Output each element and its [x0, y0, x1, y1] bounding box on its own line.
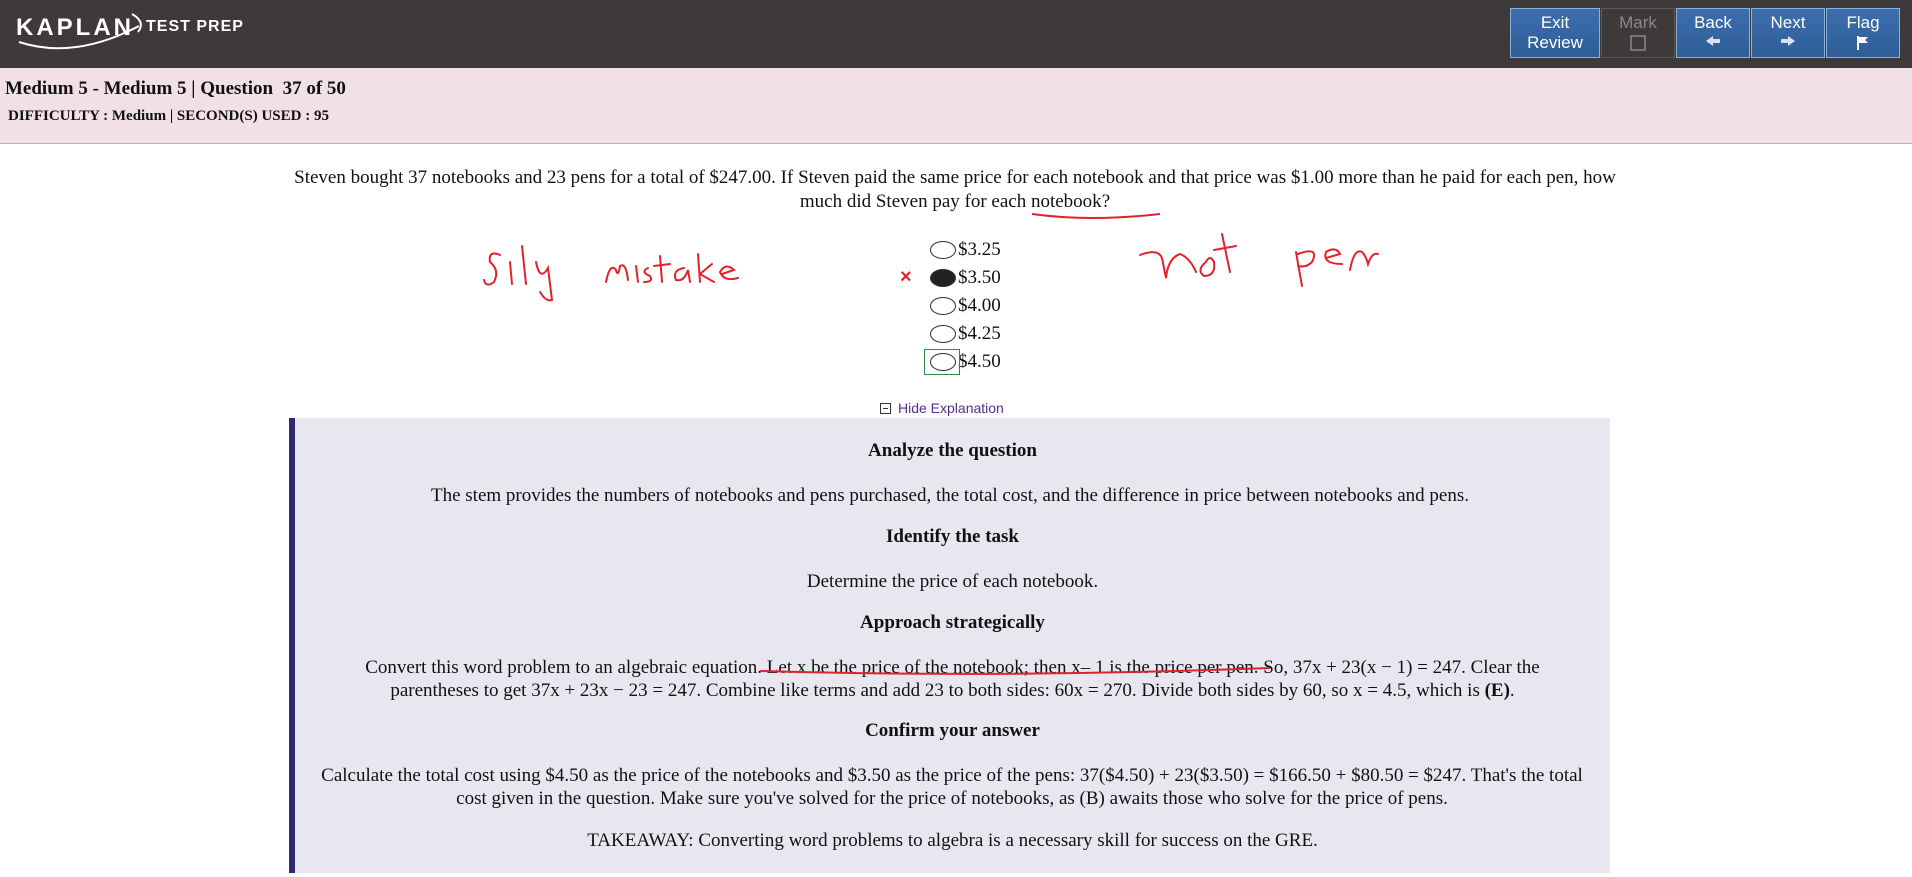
radio-button[interactable] — [930, 297, 956, 315]
approach-text-e: . — [1509, 680, 1515, 701]
text-analyze: The stem provides the numbers of noteboo… — [430, 485, 1469, 506]
choice-d[interactable]: $4.25 — [930, 320, 1001, 348]
approach-underlined: Let x be the price of the notebook; then… — [766, 657, 1254, 678]
back-button[interactable]: Back — [1676, 8, 1750, 58]
heading-confirm: Confirm your answer — [865, 720, 1040, 741]
text-confirm: Calculate the total cost using $4.50 as … — [321, 765, 1583, 809]
choice-e[interactable]: $4.50 — [924, 348, 1001, 376]
correct-answer-box — [924, 349, 960, 375]
mark-button[interactable]: Mark — [1601, 8, 1675, 58]
heading-approach: Approach strategically — [860, 612, 1045, 633]
choice-label: $3.50 — [958, 267, 1001, 288]
flag-button[interactable]: Flag — [1826, 8, 1900, 58]
stem-end: ? — [1101, 191, 1111, 212]
kaplan-logo: KAPLAN TEST PREP — [14, 12, 254, 52]
choice-label: $4.00 — [958, 295, 1001, 316]
arrow-right-icon — [1781, 36, 1795, 46]
radio-button[interactable] — [930, 325, 956, 343]
choice-label: $4.25 — [958, 323, 1001, 344]
flag-label: Flag — [1846, 13, 1880, 32]
text-takeaway: TAKEAWAY: Converting word problems to al… — [587, 830, 1318, 851]
choice-a[interactable]: $3.25 — [930, 236, 1001, 264]
radio-button[interactable] — [930, 241, 956, 259]
silly-mistake-scribble — [483, 245, 739, 302]
stem-text: Steven bought 37 notebooks and 23 pens f… — [294, 167, 1616, 212]
answer-choices: $3.25 × $3.50 $4.00 $4.25 $4.50 — [900, 236, 1001, 376]
flag-icon — [1857, 36, 1868, 50]
text-task: Determine the price of each notebook. — [806, 571, 1099, 592]
approach-text-a: Convert this word problem to an algebrai… — [365, 657, 767, 678]
question-stem: Steven bought 37 notebooks and 23 pens f… — [290, 166, 1620, 214]
back-label: Back — [1694, 13, 1732, 32]
next-label: Next — [1770, 13, 1806, 32]
exit-label: Exit — [1540, 13, 1570, 32]
heading-analyze: Analyze the question — [868, 440, 1037, 461]
choice-b[interactable]: × $3.50 — [900, 264, 1001, 292]
top-bar: KAPLAN TEST PREP Exit Review Mark Back N… — [0, 0, 1912, 68]
toggle-label: Hide Explanation — [898, 400, 1004, 416]
choice-c[interactable]: $4.00 — [930, 292, 1001, 320]
review-label: Review — [1527, 33, 1583, 52]
collapse-icon — [880, 402, 891, 414]
answer-letter: (E) — [1484, 680, 1510, 701]
question-title: Medium 5 - Medium 5 | Question 37 of 50 — [5, 78, 346, 99]
text-approach: Convert this word problem to an algebrai… — [325, 656, 1580, 702]
logo-wordmark: KAPLAN — [16, 14, 134, 41]
stem-underline-stroke — [1031, 213, 1161, 219]
choice-label: $4.50 — [958, 351, 1001, 372]
hide-explanation-toggle[interactable]: Hide Explanation — [880, 400, 1004, 416]
next-button[interactable]: Next — [1751, 8, 1825, 58]
mark-label: Mark — [1619, 13, 1657, 32]
arrow-left-icon — [1706, 36, 1720, 46]
stem-underlined-text: each notebook — [991, 191, 1102, 212]
radio-button-selected[interactable] — [930, 269, 956, 287]
question-meta: DIFFICULTY : Medium | SECOND(S) USED : 9… — [8, 108, 329, 124]
heading-task: Identify the task — [885, 526, 1019, 547]
incorrect-x-icon: × — [900, 266, 912, 288]
mark-checkbox-icon — [1630, 35, 1646, 51]
choice-label: $3.25 — [958, 239, 1001, 260]
explanation-panel: Analyze the question The stem provides t… — [289, 418, 1610, 873]
not-pen-scribble — [1139, 233, 1379, 287]
exit-review-button[interactable]: Exit Review — [1510, 8, 1600, 58]
question-header: Medium 5 - Medium 5 | Question 37 of 50 … — [0, 68, 1912, 144]
logo-subtitle: TEST PREP — [146, 18, 244, 35]
nav-toolbar: Exit Review Mark Back Next Flag — [1510, 8, 1900, 58]
